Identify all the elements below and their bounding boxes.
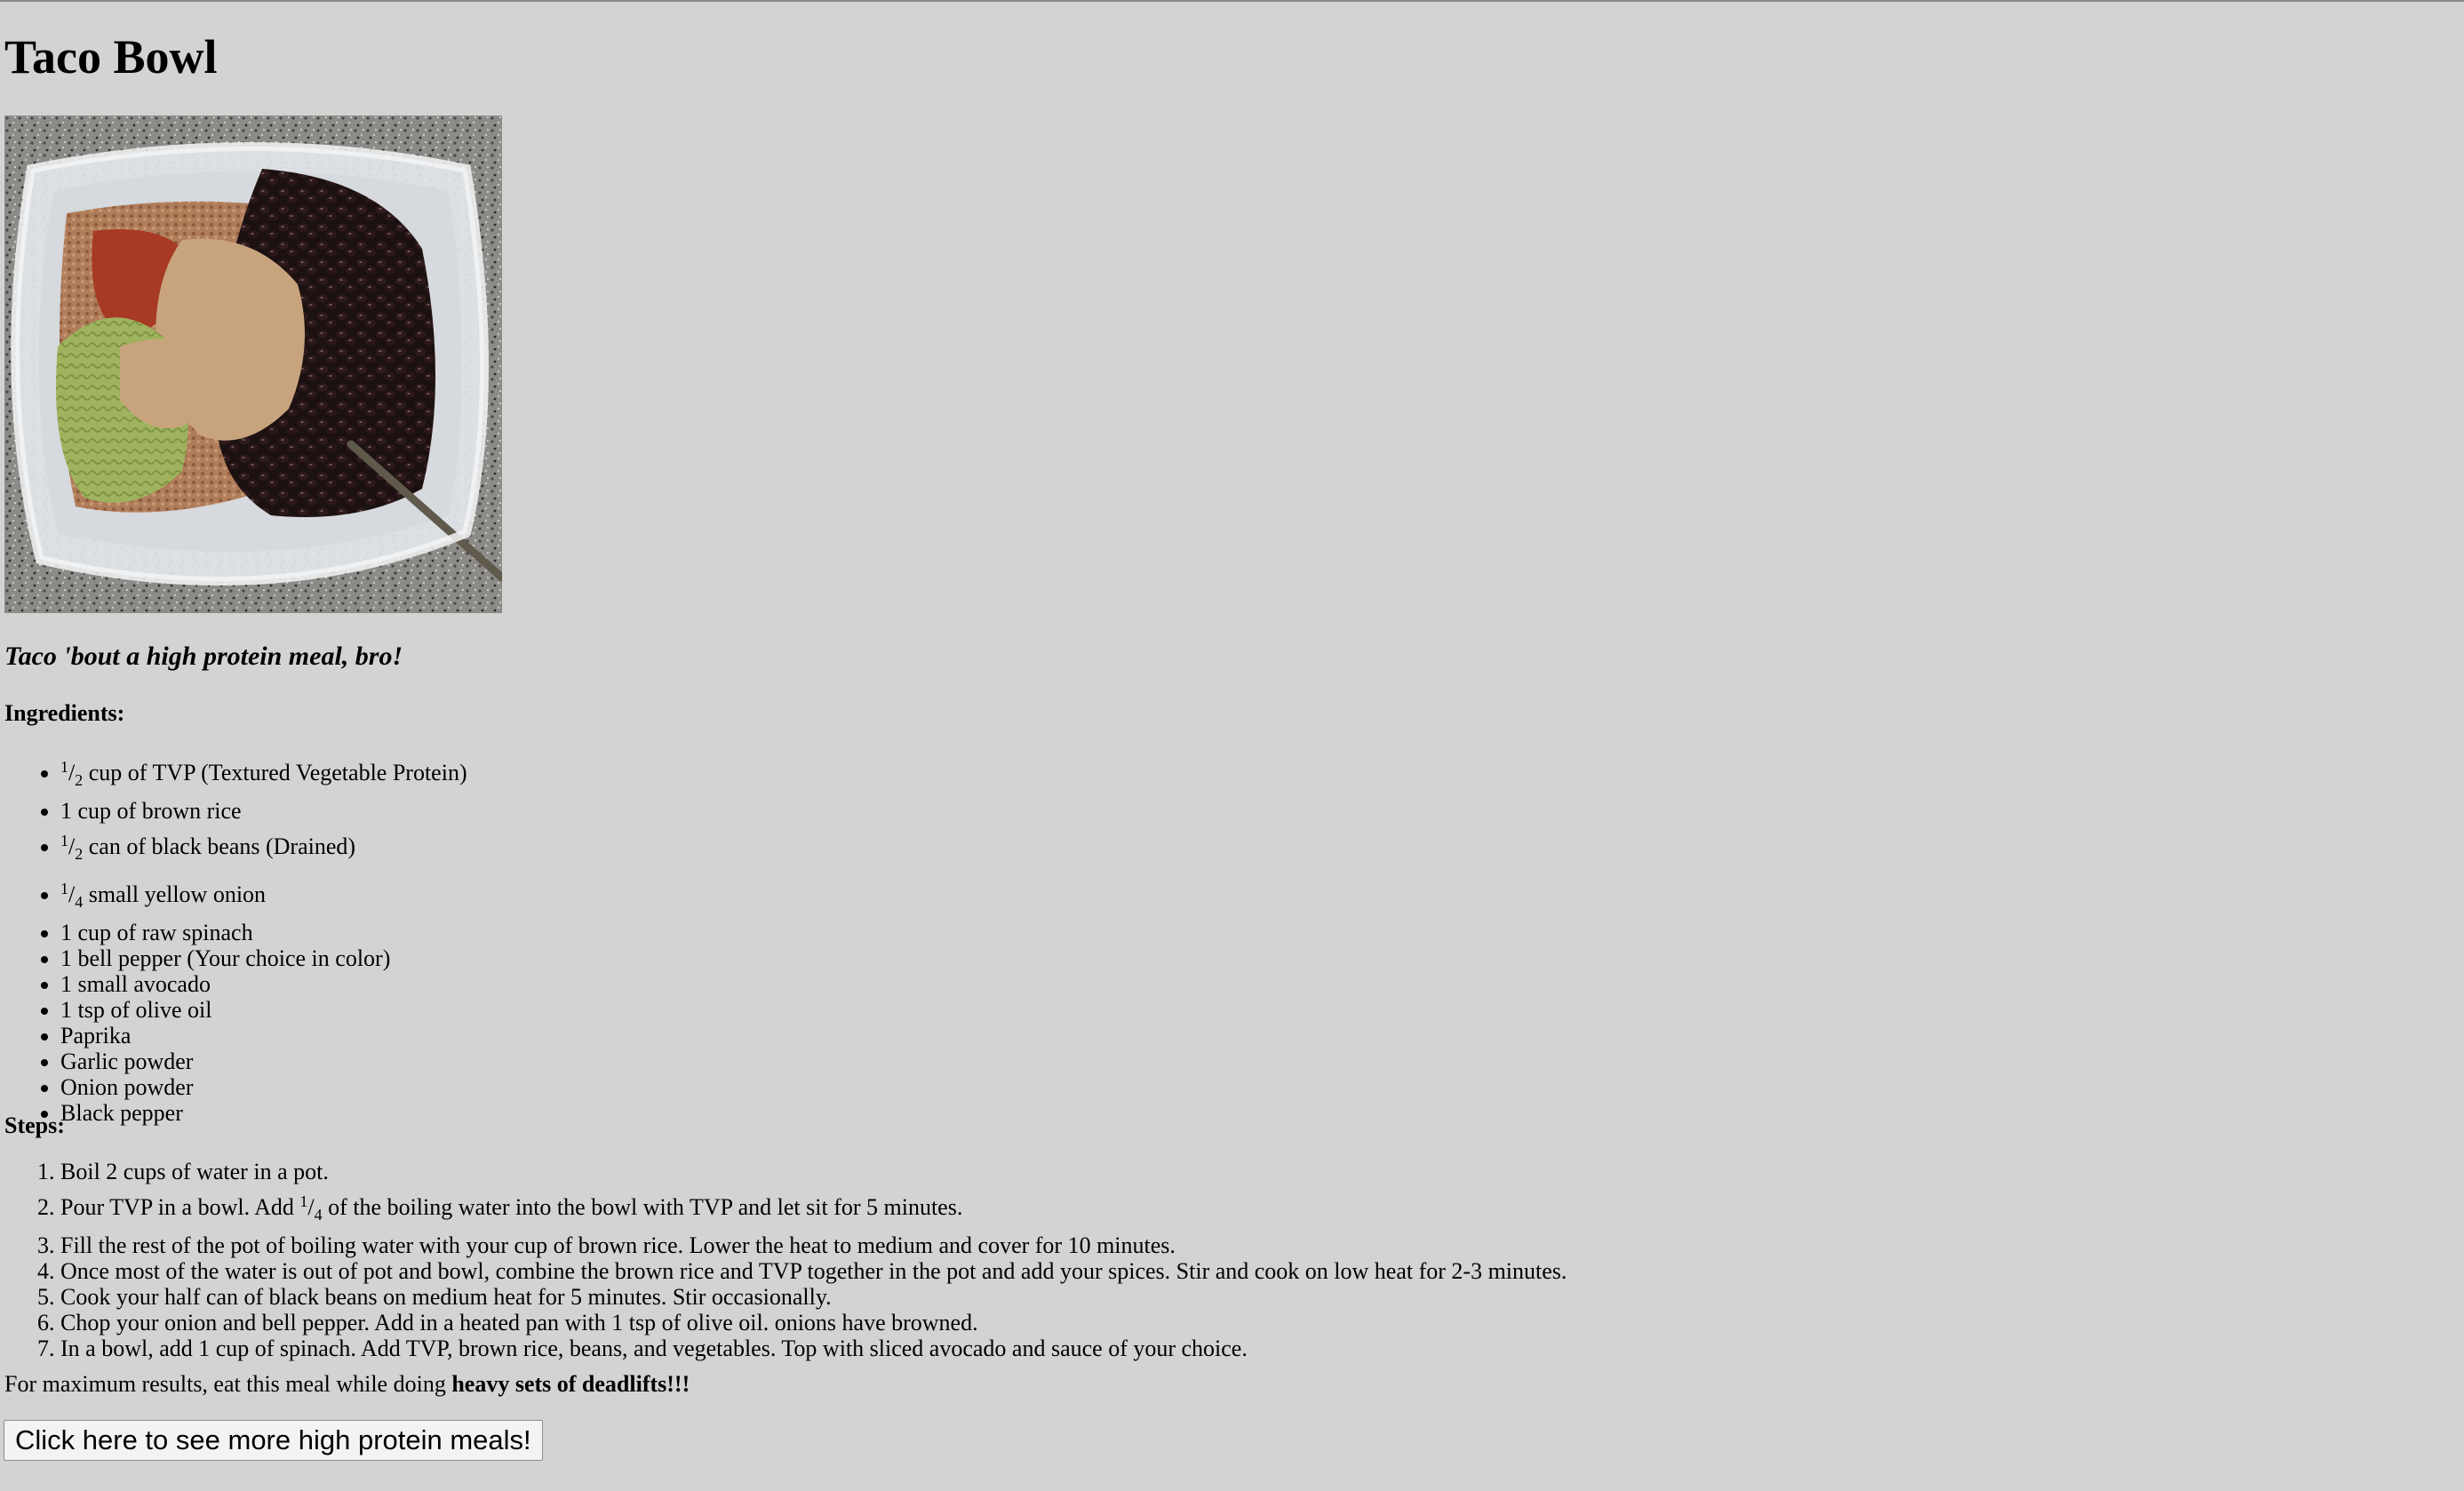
- more-meals-button[interactable]: Click here to see more high protein meal…: [4, 1420, 543, 1461]
- list-item: Black pepper: [60, 1100, 467, 1126]
- recipe-tagline: Taco 'bout a high protein meal, bro!: [4, 642, 403, 671]
- list-item: In a bowl, add 1 cup of spinach. Add TVP…: [60, 1336, 1567, 1361]
- ingredient-text: can of black beans (Drained): [83, 833, 356, 859]
- step-text: Cook your half can of black beans on med…: [60, 1284, 832, 1310]
- fraction-denominator: 2: [75, 771, 84, 789]
- steps-list: Boil 2 cups of water in a pot. Pour TVP …: [4, 1159, 1567, 1361]
- ingredient-text: Black pepper: [60, 1100, 183, 1126]
- fraction-denominator: 2: [75, 845, 84, 863]
- list-item: 1 small avocado: [60, 971, 467, 997]
- ingredients-list: 1/2 cup of TVP (Textured Vegetable Prote…: [4, 750, 467, 1126]
- list-item: Onion powder: [60, 1074, 467, 1100]
- fraction-numerator: 1: [299, 1192, 308, 1210]
- final-note: For maximum results, eat this meal while…: [4, 1371, 690, 1398]
- step-text: Chop your onion and bell pepper. Add in …: [60, 1310, 978, 1336]
- fraction-numerator: 1: [60, 758, 68, 776]
- list-item: Paprika: [60, 1023, 467, 1048]
- ingredient-text: Onion powder: [60, 1074, 194, 1100]
- fraction-denominator: 4: [314, 1206, 323, 1224]
- list-item: Pour TVP in a bowl. Add 1/4 of the boili…: [60, 1184, 1567, 1232]
- ingredients-heading: Ingredients:: [4, 700, 125, 726]
- list-item: 1 cup of brown rice: [60, 798, 467, 824]
- list-item: 1/4 small yellow onion: [60, 872, 467, 920]
- list-item: Boil 2 cups of water in a pot.: [60, 1159, 1567, 1184]
- final-note-emphasis: heavy sets of deadlifts!!!: [451, 1371, 690, 1397]
- taco-bowl-photo: [4, 116, 502, 613]
- step-text: of the boiling water into the bowl with …: [322, 1194, 963, 1220]
- ingredient-text: 1 bell pepper (Your choice in color): [60, 945, 391, 971]
- list-item: Fill the rest of the pot of boiling wate…: [60, 1232, 1567, 1258]
- step-text: In a bowl, add 1 cup of spinach. Add TVP…: [60, 1336, 1248, 1361]
- list-item: 1 tsp of olive oil: [60, 997, 467, 1023]
- ingredient-text: 1 cup of raw spinach: [60, 920, 253, 945]
- ingredient-text: 1 small avocado: [60, 971, 211, 997]
- list-item: 1 bell pepper (Your choice in color): [60, 945, 467, 971]
- fraction-numerator: 1: [60, 880, 68, 897]
- ingredient-text: 1 cup of brown rice: [60, 798, 242, 824]
- steps-heading: Steps:: [4, 1112, 65, 1138]
- step-text: Once most of the water is out of pot and…: [60, 1258, 1567, 1284]
- step-text: Boil 2 cups of water in a pot.: [60, 1159, 329, 1184]
- ingredient-text: 1 tsp of olive oil: [60, 997, 212, 1023]
- final-note-text: For maximum results, eat this meal while…: [4, 1371, 452, 1397]
- list-item: Once most of the water is out of pot and…: [60, 1258, 1567, 1284]
- list-item: Cook your half can of black beans on med…: [60, 1284, 1567, 1310]
- page-title: Taco Bowl: [4, 30, 218, 84]
- ingredient-text: small yellow onion: [83, 881, 267, 907]
- ingredient-text: Paprika: [60, 1023, 132, 1048]
- ingredient-text: Garlic powder: [60, 1048, 194, 1074]
- fraction-numerator: 1: [60, 832, 68, 849]
- list-item: 1/2 can of black beans (Drained): [60, 824, 467, 872]
- step-text: Pour TVP in a bowl. Add: [60, 1194, 300, 1220]
- step-text: Fill the rest of the pot of boiling wate…: [60, 1232, 1176, 1258]
- list-item: 1 cup of raw spinach: [60, 920, 467, 945]
- fraction-denominator: 4: [75, 893, 84, 911]
- ingredient-text: cup of TVP (Textured Vegetable Protein): [83, 760, 467, 785]
- list-item: Garlic powder: [60, 1048, 467, 1074]
- list-item: Chop your onion and bell pepper. Add in …: [60, 1310, 1567, 1336]
- list-item: 1/2 cup of TVP (Textured Vegetable Prote…: [60, 750, 467, 798]
